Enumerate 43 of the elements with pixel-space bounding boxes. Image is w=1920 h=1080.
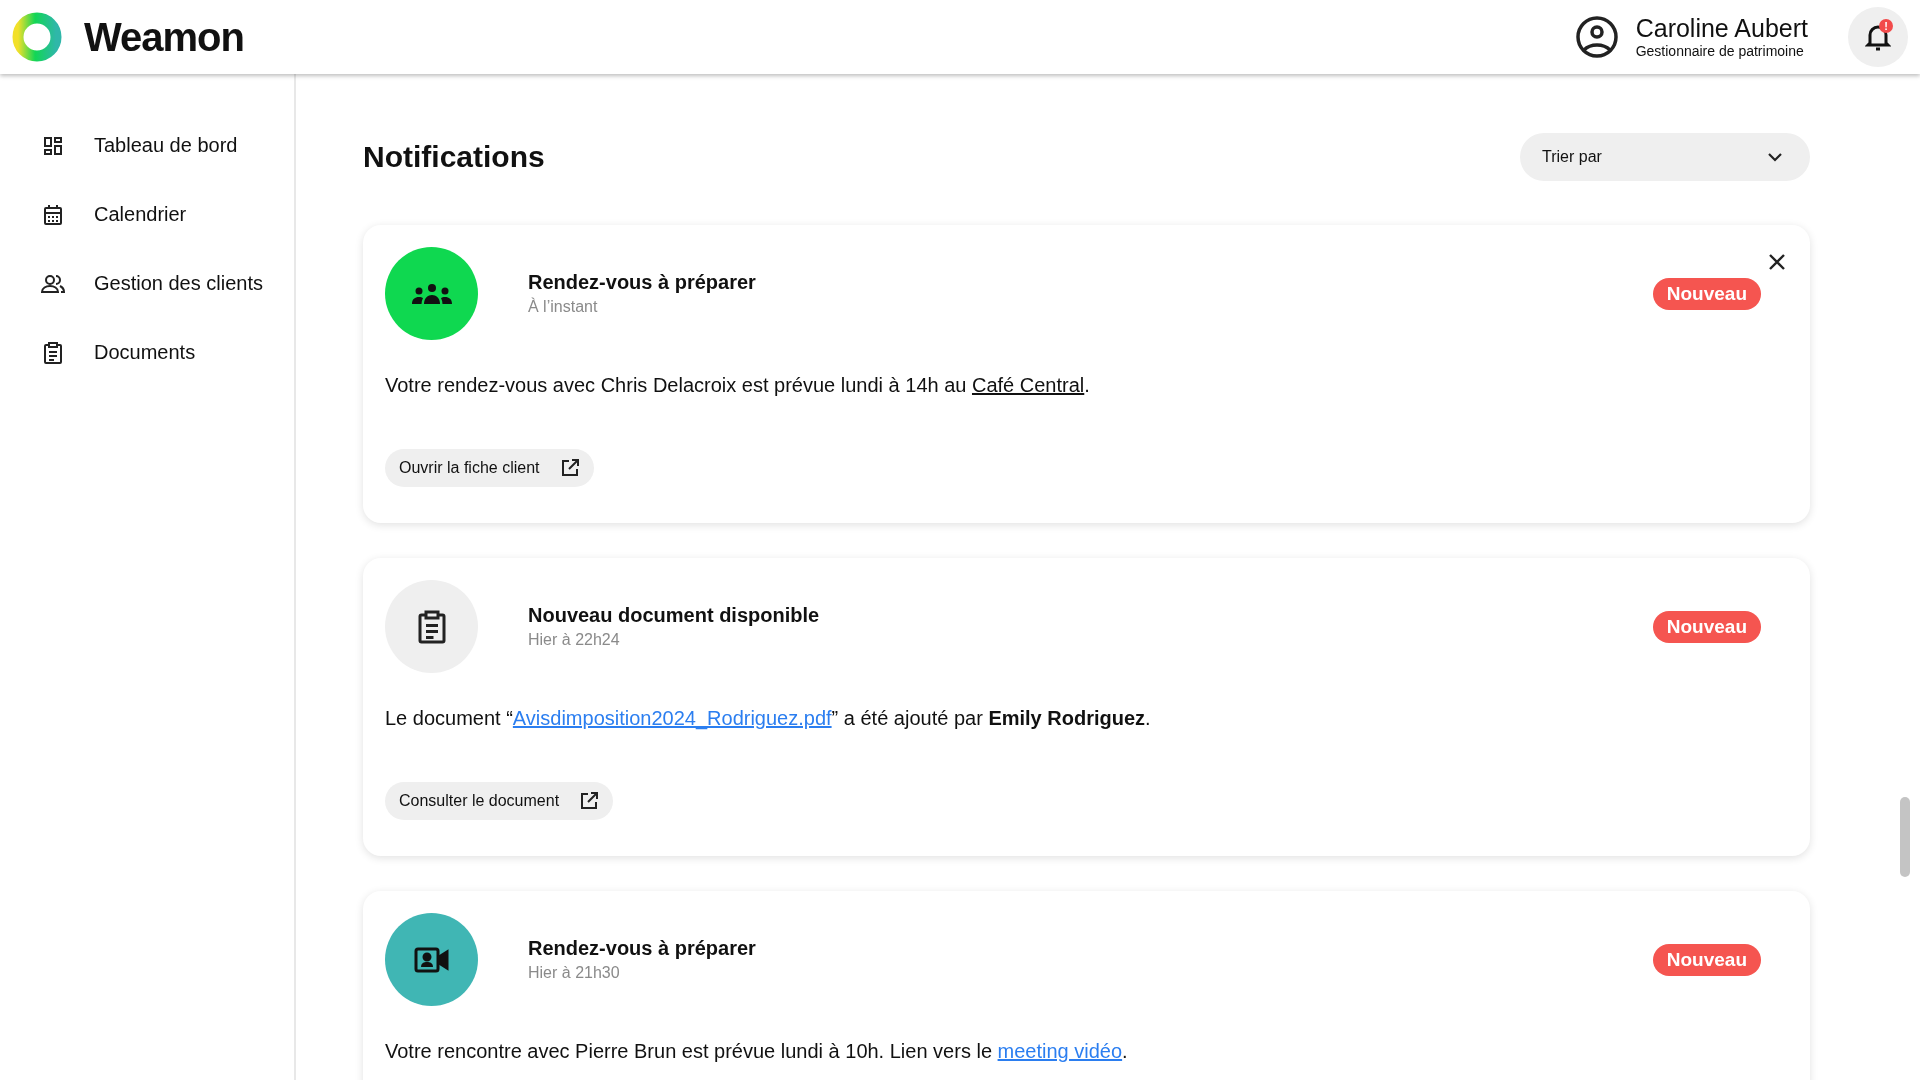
notification-message: Votre rendez-vous avec Chris Delacroix est prévue lundi à 14h au Café Central. <box>385 374 1091 397</box>
user-name: Caroline Aubert <box>1635 15 1808 43</box>
alert-badge: ! <box>1879 19 1893 33</box>
notification-message: Votre rencontre avec Pierre Brun est prévue lundi à 10h. Lien vers le meeting vidéo. <box>385 1040 1129 1063</box>
brand-name: Weamon <box>84 14 244 60</box>
sort-dropdown[interactable]: Trier par <box>1520 133 1810 181</box>
user-role: Gestionnaire de patrimoine <box>1635 42 1805 59</box>
page-title: Notifications <box>363 140 545 174</box>
document-icon <box>43 341 63 364</box>
user-avatar-icon[interactable] <box>1575 16 1618 58</box>
new-badge: Nouveau <box>1652 610 1761 643</box>
document-icon <box>416 609 447 644</box>
sidebar-item[interactable]: Gestion des clients <box>0 249 294 318</box>
link[interactable]: Avisdimposition2024_Rodriguez.pdf <box>512 707 832 729</box>
link[interactable]: Café Central <box>972 374 1085 396</box>
external-link-icon <box>579 791 600 811</box>
close-button[interactable] <box>1768 253 1786 271</box>
logo-icon <box>12 12 62 62</box>
notification-title: Rendez-vous à préparer <box>528 271 757 294</box>
bell-icon <box>1865 23 1891 51</box>
dashboard-icon <box>43 135 63 156</box>
sidebar-item[interactable]: Tableau de bord <box>0 111 294 180</box>
sidebar-item[interactable]: Documents <box>0 318 294 387</box>
chevron-down-icon <box>1768 152 1782 162</box>
notification-message: Le document “Avisdimposition2024_Rodriguez.pdf” a été ajouté par Emily Rodriguez. <box>385 707 1152 730</box>
new-badge: Nouveau <box>1652 277 1761 310</box>
group-icon <box>411 282 452 305</box>
calendar-icon <box>43 203 63 226</box>
notification-time: Hier à 21h30 <box>528 964 621 982</box>
new-badge: Nouveau <box>1652 943 1761 976</box>
action-button[interactable]: Consulter le document <box>385 782 614 820</box>
scrollbar-thumb[interactable] <box>1900 797 1910 877</box>
notification-time: Hier à 22h24 <box>528 631 621 649</box>
video-call-icon <box>413 946 450 973</box>
external-link-icon <box>559 458 580 478</box>
action-button[interactable]: Ouvrir la fiche client <box>385 449 594 487</box>
notifications-button[interactable]: ! <box>1848 7 1908 67</box>
people-icon <box>41 273 65 294</box>
notification-time: À l’instant <box>528 298 599 316</box>
notification-title: Rendez-vous à préparer <box>528 937 757 960</box>
sidebar-item[interactable]: Calendrier <box>0 180 294 249</box>
link[interactable]: meeting vidéo <box>997 1040 1123 1062</box>
notification-title: Nouveau document disponible <box>528 604 821 627</box>
